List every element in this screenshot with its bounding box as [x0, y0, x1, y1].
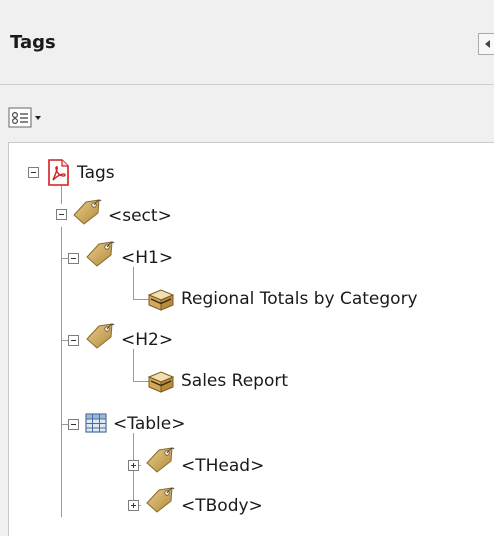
tags-tree[interactable]: Tags <sect> <H1> Regional Totals by Cate…: [8, 142, 494, 536]
panel-header: Tags: [0, 0, 494, 84]
tag-options-button[interactable]: [8, 105, 52, 131]
tree-connector: [133, 349, 134, 381]
tree-node-label: <H2>: [121, 330, 174, 350]
collapse-toggle[interactable]: [56, 209, 67, 220]
tree-connector: [133, 267, 134, 299]
tree-node-label: Regional Totals by Category: [181, 289, 418, 309]
tree-node-label: <sect>: [108, 206, 172, 226]
chevron-down-icon: [35, 116, 41, 120]
collapse-panel-button[interactable]: [478, 33, 494, 55]
tag-icon: [145, 487, 175, 513]
collapse-toggle[interactable]: [68, 419, 79, 430]
tag-options-icon: [8, 107, 41, 128]
expand-toggle[interactable]: [128, 460, 139, 471]
content-box-icon: [147, 371, 175, 393]
tree-node-label: <THead>: [181, 456, 265, 476]
table-icon: [85, 413, 107, 433]
panel-title: Tags: [10, 32, 56, 53]
tag-icon: [145, 447, 175, 473]
collapse-toggle[interactable]: [68, 335, 79, 346]
tree-connector: [61, 227, 62, 517]
expand-toggle[interactable]: [128, 500, 139, 511]
tree-node-label: Sales Report: [181, 371, 289, 391]
collapse-left-icon: [485, 40, 490, 48]
tag-icon: [85, 323, 115, 349]
tree-node-label: <TBody>: [181, 496, 263, 516]
collapse-toggle[interactable]: [68, 253, 79, 264]
tree-node-label: <H1>: [121, 248, 174, 268]
pdf-icon: [48, 159, 69, 186]
collapse-toggle[interactable]: [28, 167, 39, 178]
tag-icon: [72, 199, 102, 225]
tree-node-label: <Table>: [113, 414, 186, 434]
tree-node-label: Tags: [77, 163, 115, 183]
content-box-icon: [147, 289, 175, 311]
tags-toolbar: [0, 84, 494, 143]
tag-icon: [85, 241, 115, 267]
